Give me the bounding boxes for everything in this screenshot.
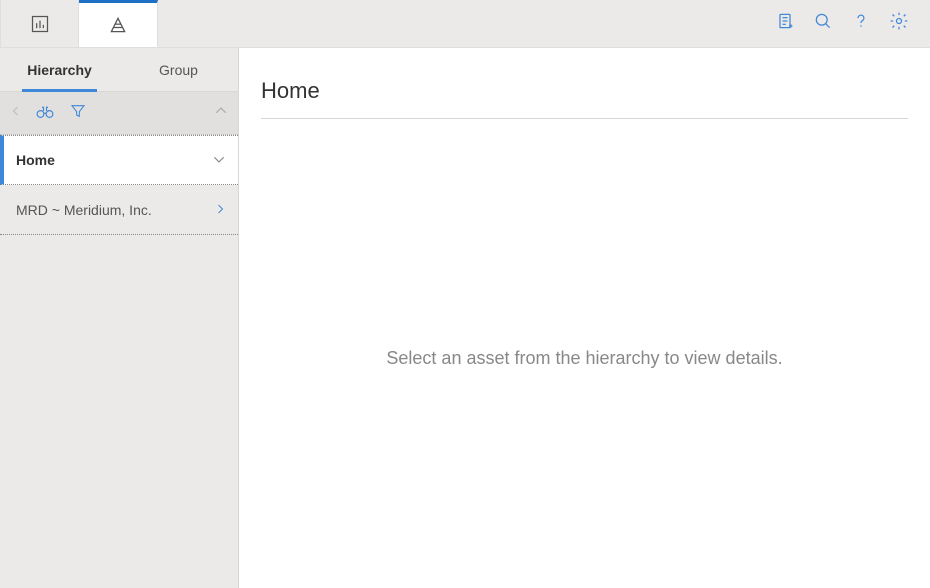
clipboard-add-button[interactable] [766, 0, 804, 48]
tab-hierarchy[interactable] [79, 0, 158, 47]
search-icon [813, 11, 833, 36]
sidebar-tab-label: Group [159, 62, 198, 78]
filter-button[interactable] [70, 103, 86, 124]
tree-node-label: MRD ~ Meridium, Inc. [16, 202, 152, 218]
chevron-down-icon [212, 152, 226, 169]
hierarchy-icon [108, 15, 128, 35]
main-header: Home [239, 48, 930, 129]
page-title: Home [261, 78, 908, 104]
empty-state-message: Select an asset from the hierarchy to vi… [386, 348, 782, 369]
dashboard-icon [30, 14, 50, 34]
sidebar-tabs: Hierarchy Group [0, 48, 238, 92]
search-button[interactable] [804, 0, 842, 48]
settings-gear-icon [889, 11, 909, 36]
chevron-left-icon [10, 104, 22, 122]
sidebar-tab-label: Hierarchy [27, 62, 92, 78]
main-pane: Home Select an asset from the hierarchy … [239, 48, 930, 588]
sidebar-tab-hierarchy[interactable]: Hierarchy [0, 48, 119, 91]
top-tabs [0, 0, 158, 47]
clipboard-add-icon [775, 11, 795, 36]
help-icon [851, 11, 871, 36]
tree-node-label: Home [16, 152, 55, 168]
sidebar-toolbar [0, 92, 238, 135]
chevron-right-icon [214, 202, 226, 218]
tree-node-home[interactable]: Home [0, 135, 238, 185]
binoculars-button[interactable] [36, 103, 54, 124]
content-area: Hierarchy Group [0, 48, 930, 588]
help-button[interactable] [842, 0, 880, 48]
sidebar-tab-group[interactable]: Group [119, 48, 238, 91]
collapse-button[interactable] [214, 104, 228, 123]
tree-node-item[interactable]: MRD ~ Meridium, Inc. [0, 185, 238, 235]
settings-button[interactable] [880, 0, 918, 48]
sidebar: Hierarchy Group [0, 48, 239, 588]
top-actions [766, 0, 930, 47]
main-body: Select an asset from the hierarchy to vi… [239, 129, 930, 588]
tab-dashboard[interactable] [0, 0, 79, 47]
top-bar [0, 0, 930, 48]
divider [261, 118, 908, 119]
